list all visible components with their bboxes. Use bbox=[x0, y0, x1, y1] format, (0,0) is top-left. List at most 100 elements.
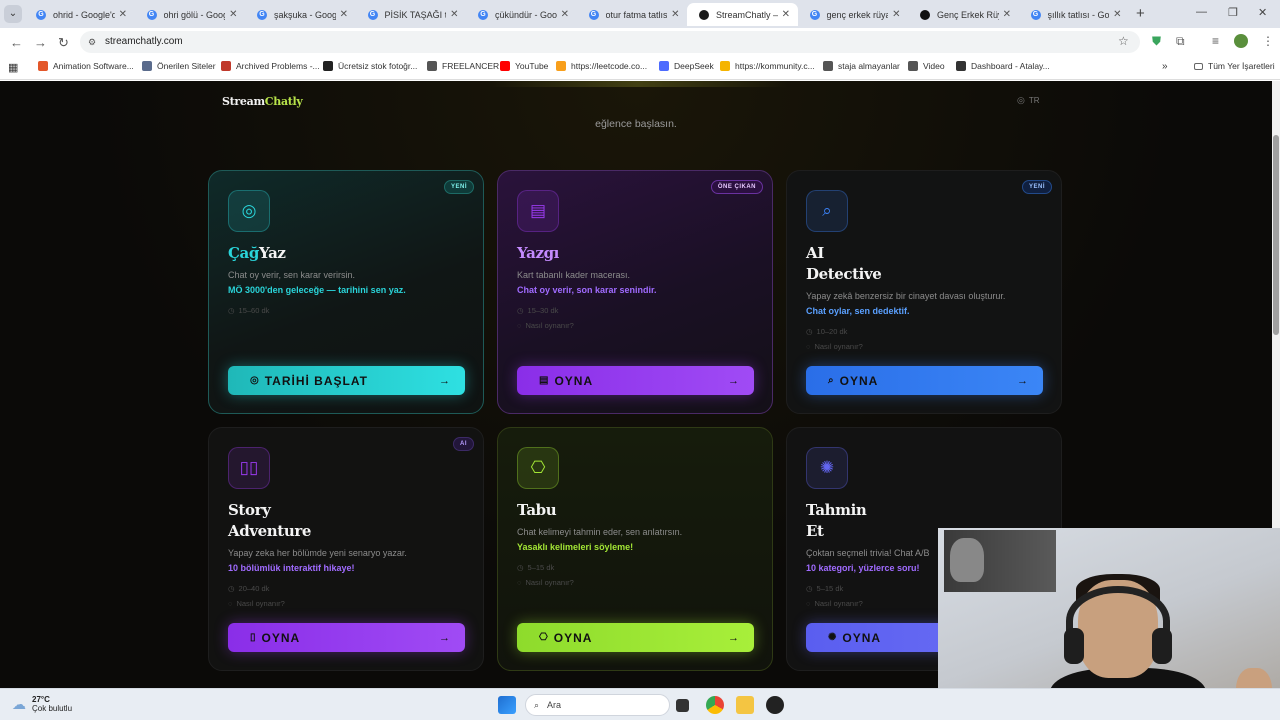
button-icon: ✺ bbox=[828, 632, 838, 643]
bookmark-item[interactable]: https://kommunity.c... bbox=[720, 61, 815, 71]
card-title: AI Detective bbox=[806, 244, 882, 283]
search-icon: ⌕ bbox=[534, 699, 540, 710]
omnibox[interactable] bbox=[80, 31, 1140, 53]
bookmark-item[interactable]: Animation Software... bbox=[38, 61, 134, 71]
browser-tab[interactable]: Gşıllık tatlısı - Goog✕ bbox=[1019, 3, 1130, 26]
browser-tab[interactable]: Gşakşuka - Google✕ bbox=[245, 3, 356, 26]
close-tab-icon[interactable]: ✕ bbox=[1113, 9, 1121, 20]
file-explorer-icon[interactable] bbox=[736, 696, 754, 714]
bookmark-item[interactable]: Ücretsiz stok fotoğr... bbox=[323, 61, 417, 71]
scrollbar-thumb[interactable] bbox=[1273, 135, 1279, 335]
game-card[interactable]: ⎔ Tabu Chat kelimeyi tahmin eder, sen anla… bbox=[497, 427, 773, 671]
taskbar-search[interactable]: ⌕ Ara bbox=[525, 694, 670, 716]
bookmark-favicon-icon bbox=[38, 61, 48, 71]
game-card[interactable]: ⌕ YENİ AI Detective Yapay zekâ benzersiz bir… bbox=[786, 170, 1062, 414]
how-to-play-link[interactable]: ◌ Nasıl oynanır? bbox=[228, 599, 285, 608]
browser-tab[interactable]: Gohrid - Google'da✕ bbox=[24, 3, 135, 26]
close-tab-icon[interactable]: ✕ bbox=[561, 9, 569, 20]
bookmark-item[interactable]: Dashboard - Atalay... bbox=[956, 61, 1050, 71]
forward-icon[interactable]: → bbox=[34, 35, 47, 50]
globe-icon: ◎ bbox=[1017, 95, 1025, 105]
play-button[interactable]: ▤ OYNA → bbox=[517, 366, 754, 395]
how-to-play-link[interactable]: ◌ Nasıl oynanır? bbox=[806, 342, 863, 351]
close-tab-icon[interactable]: ✕ bbox=[671, 9, 679, 20]
chrome-icon[interactable] bbox=[706, 696, 724, 714]
bookmark-item[interactable]: YouTube bbox=[500, 61, 548, 71]
media-controls-icon[interactable]: ≡ bbox=[1212, 34, 1219, 48]
shield-extension-icon[interactable]: ⛊ bbox=[1152, 34, 1161, 49]
bookmark-favicon-icon bbox=[823, 61, 833, 71]
game-card[interactable]: ▤ ÖNE ÇIKAN Yazgı Kart tabanlı kader macera… bbox=[497, 170, 773, 414]
card-highlight: Yasaklı kelimeleri söyleme! bbox=[517, 542, 634, 552]
google-g-icon: G bbox=[588, 9, 599, 20]
browser-tab[interactable]: Ggenç erkek rüyası✕ bbox=[798, 3, 909, 26]
play-button[interactable]: ⎔ OYNA → bbox=[517, 623, 754, 652]
google-g-icon: G bbox=[478, 9, 488, 20]
close-tab-icon[interactable]: ✕ bbox=[340, 9, 348, 20]
profile-avatar[interactable] bbox=[1234, 34, 1248, 48]
bookmark-item[interactable]: DeepSeek bbox=[659, 61, 714, 71]
menu-kebab-icon[interactable]: ⋮ bbox=[1262, 34, 1274, 48]
site-logo[interactable]: StreamChatly bbox=[222, 95, 303, 108]
browser-tab[interactable]: StreamChatly — İ✕ bbox=[687, 3, 798, 26]
close-tab-icon[interactable]: ✕ bbox=[229, 9, 237, 20]
minimize-icon[interactable]: — bbox=[1196, 6, 1207, 18]
close-tab-icon[interactable]: ✕ bbox=[782, 9, 790, 20]
app-icon[interactable] bbox=[766, 696, 784, 714]
new-tab-button[interactable]: + bbox=[1136, 5, 1145, 22]
card-description: Chat oy verir, sen karar verirsin. bbox=[228, 270, 356, 280]
browser-tab[interactable]: Genç Erkek Rüyas✕ bbox=[908, 3, 1019, 26]
bookmark-item[interactable]: Video bbox=[908, 61, 945, 71]
task-view-icon[interactable] bbox=[676, 699, 689, 712]
weather-widget[interactable]: ☁ 27°C Çok bulutlu bbox=[12, 695, 72, 713]
bookmark-star-icon[interactable]: ☆ bbox=[1118, 34, 1129, 48]
url-text[interactable]: streamchatly.com bbox=[105, 36, 183, 47]
close-tab-icon[interactable]: ✕ bbox=[1003, 9, 1011, 20]
maximize-icon[interactable]: ❐ bbox=[1228, 6, 1238, 19]
browser-tab[interactable]: Gotur fatma tatlısı ✕ bbox=[577, 3, 688, 26]
close-window-icon[interactable]: ✕ bbox=[1258, 6, 1267, 19]
play-button[interactable]: ▯ OYNA → bbox=[228, 623, 465, 652]
bookmark-favicon-icon bbox=[221, 61, 231, 71]
game-card[interactable]: ◎ YENİ ÇağYaz Chat oy verir, sen karar veri… bbox=[208, 170, 484, 414]
gamepad-icon: ⎔ bbox=[517, 447, 559, 489]
how-to-play-link[interactable]: ◌ Nasıl oynanır? bbox=[517, 578, 574, 587]
bookmark-favicon-icon bbox=[720, 61, 730, 71]
start-windows-icon[interactable] bbox=[498, 696, 516, 714]
button-icon: ▯ bbox=[250, 632, 257, 643]
play-button[interactable]: ⌕ OYNA → bbox=[806, 366, 1043, 395]
close-tab-icon[interactable]: ✕ bbox=[119, 9, 127, 20]
google-g-icon: G bbox=[36, 9, 46, 20]
card-badge: YENİ bbox=[1021, 180, 1052, 194]
play-button[interactable]: ◎ TARİHİ BAŞLAT → bbox=[228, 366, 465, 395]
bookmark-item[interactable]: Archived Problems -... bbox=[221, 61, 320, 71]
folder-icon bbox=[1194, 62, 1203, 70]
more-bookmarks-icon[interactable]: » bbox=[1162, 61, 1168, 72]
language-switch[interactable]: ◎ TR bbox=[1017, 95, 1040, 106]
bookmark-item[interactable]: Önerilen Siteler bbox=[142, 61, 216, 71]
back-icon[interactable]: ← bbox=[10, 35, 23, 50]
tab-search-icon[interactable]: ⌄ bbox=[4, 5, 22, 23]
bookmark-item[interactable]: https://leetcode.co... bbox=[556, 61, 647, 71]
browser-tab[interactable]: Gohri gölü - Google✕ bbox=[135, 3, 246, 26]
site-info-icon[interactable]: ⚙ bbox=[88, 37, 96, 48]
google-g-icon: G bbox=[367, 9, 378, 20]
extensions-icon[interactable]: ⧉ bbox=[1176, 34, 1185, 49]
browser-tab[interactable]: Gçükündür - Google✕ bbox=[466, 3, 577, 26]
close-tab-icon[interactable]: ✕ bbox=[892, 9, 900, 20]
wall-poster bbox=[944, 530, 1056, 592]
how-to-play-link[interactable]: ◌ Nasıl oynanır? bbox=[806, 599, 863, 608]
bookmark-item[interactable]: FREELANCER bbox=[427, 61, 499, 71]
bookmark-item[interactable]: staja almayanlar bbox=[823, 61, 900, 71]
card-highlight: Chat oylar, sen dedektif. bbox=[806, 306, 910, 316]
game-card[interactable]: ▯▯ AI Story Adventure Yapay zeka her bölümde… bbox=[208, 427, 484, 671]
all-bookmarks-folder[interactable]: Tüm Yer İşaretleri bbox=[1194, 61, 1275, 71]
how-to-play-link[interactable]: ◌ Nasıl oynanır? bbox=[517, 321, 574, 330]
reload-icon[interactable]: ↻ bbox=[58, 35, 69, 51]
card-title: Story Adventure bbox=[228, 501, 311, 540]
card-description: Chat kelimeyi tahmin eder, sen anlatırsı… bbox=[517, 527, 683, 537]
apps-grid-icon[interactable]: ▦ bbox=[8, 61, 18, 74]
browser-tab[interactable]: GPİSİK TAŞAĞI tatlıs✕ bbox=[356, 3, 467, 26]
close-tab-icon[interactable]: ✕ bbox=[450, 9, 458, 20]
google-g-icon: G bbox=[146, 9, 157, 20]
